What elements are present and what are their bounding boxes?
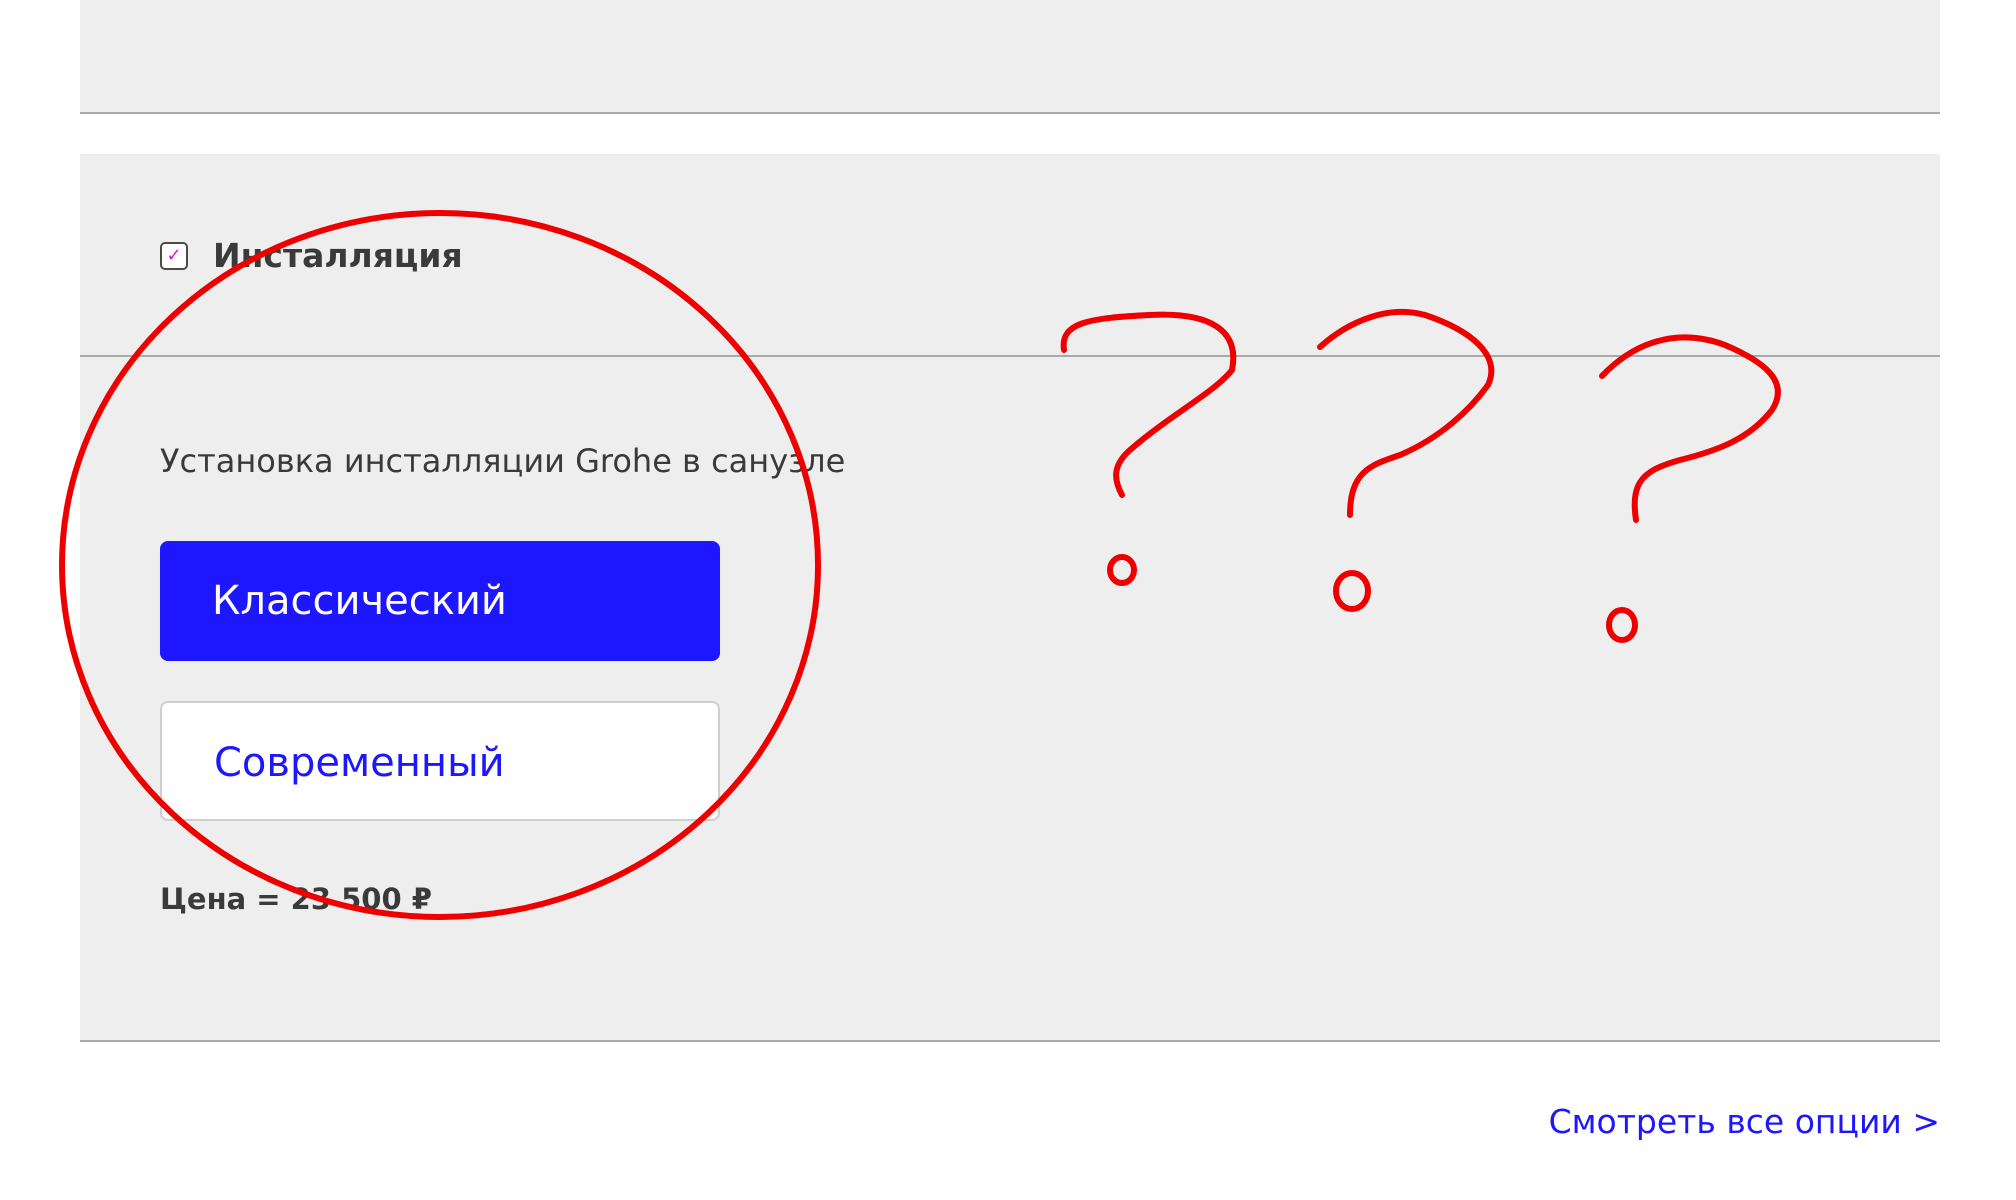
option-card: ✓ Инсталляция Установка инсталляции Groh… bbox=[80, 154, 1940, 1042]
variant-modern-button[interactable]: Современный bbox=[160, 701, 720, 821]
variant-classic-label: Классический bbox=[212, 578, 507, 624]
checkmark-icon: ✓ bbox=[166, 245, 182, 266]
option-card-header: ✓ Инсталляция bbox=[80, 154, 1940, 357]
variant-classic-button[interactable]: Классический bbox=[160, 541, 720, 661]
previous-option-panel bbox=[80, 0, 1940, 114]
see-all-options-link[interactable]: Смотреть все опции > bbox=[1549, 1100, 1940, 1144]
option-description: Установка инсталляции Grohe в санузле bbox=[160, 442, 846, 480]
variant-modern-label: Современный bbox=[214, 740, 505, 786]
option-price: Цена = 23 500 ₽ bbox=[160, 882, 432, 916]
option-checkbox[interactable]: ✓ bbox=[160, 242, 188, 270]
page: ✓ Инсталляция Установка инсталляции Groh… bbox=[0, 0, 2016, 1200]
option-title: Инсталляция bbox=[213, 236, 463, 275]
